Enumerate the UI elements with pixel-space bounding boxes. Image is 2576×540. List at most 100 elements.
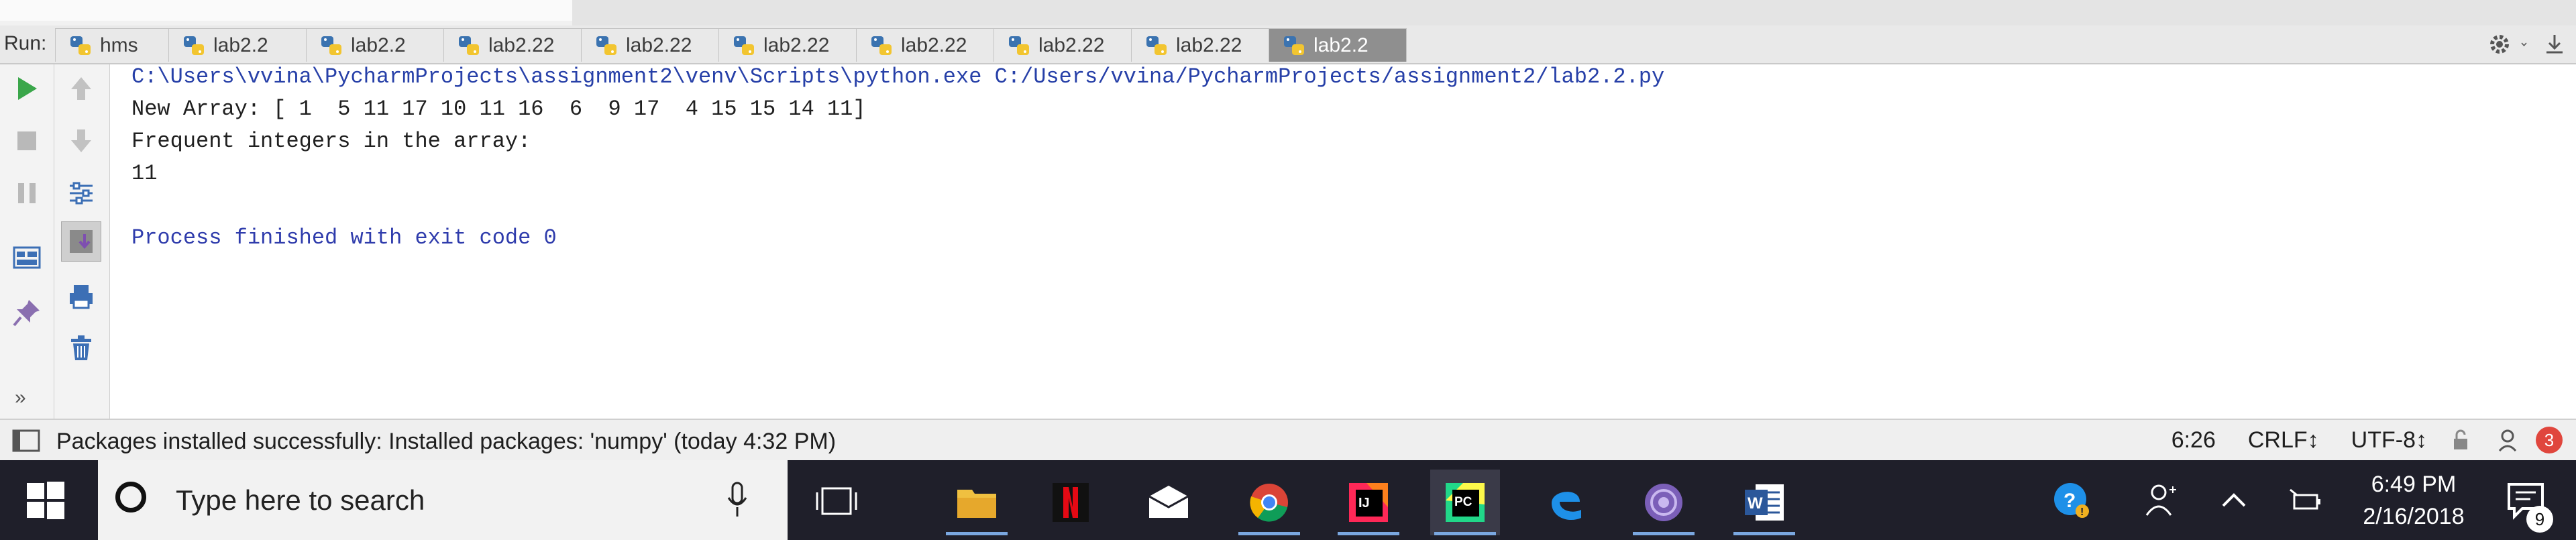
trash-icon [71, 335, 91, 360]
printer-icon [70, 285, 93, 309]
rerun-button[interactable] [7, 68, 47, 109]
soft-wrap-button[interactable] [61, 173, 101, 213]
play-icon [18, 77, 37, 100]
pause-button[interactable] [7, 173, 47, 213]
scroll-to-end-button[interactable] [61, 221, 101, 262]
expand-toolbar-icon[interactable]: » [15, 386, 26, 409]
netflix-icon [1053, 483, 1089, 522]
intellij-app[interactable]: IJ [1334, 470, 1403, 535]
run-tab-label: lab2.22 [763, 34, 830, 56]
task-view-icon[interactable] [814, 486, 859, 517]
chevron-up-icon[interactable] [2214, 480, 2254, 521]
file-explorer-app[interactable] [942, 470, 1012, 535]
run-tab-lab2-22[interactable]: lab2.22 [444, 28, 582, 62]
help-icon[interactable]: ?! [2051, 480, 2092, 521]
svg-text:W: W [1748, 494, 1763, 512]
pause-icon [18, 183, 36, 203]
python-icon [594, 32, 621, 59]
run-tab-lab2-22[interactable]: lab2.22 [994, 28, 1132, 62]
python-icon [68, 32, 95, 59]
battery-plug-icon[interactable] [2288, 480, 2328, 521]
mail-app[interactable] [1134, 470, 1203, 535]
intellij-icon: IJ [1349, 483, 1388, 522]
lock-icon[interactable] [2447, 427, 2474, 453]
run-bar-actions [2487, 32, 2567, 56]
status-message[interactable]: Packages installed successfully: Install… [56, 429, 836, 455]
edge-app[interactable] [1531, 470, 1601, 535]
cortana-icon [115, 482, 146, 512]
clock-time: 6:49 PM [2371, 472, 2457, 497]
status-bar: Packages installed successfully: Install… [0, 419, 2576, 462]
run-tab-label: lab2.22 [901, 34, 967, 56]
chrome-icon [1250, 484, 1288, 522]
pycharm-app[interactable]: PC [1430, 470, 1500, 535]
search-placeholder: Type here to search [176, 484, 425, 516]
arrow-up-icon [71, 77, 91, 100]
run-tab-lab2-2-active[interactable]: lab2.2 [1269, 28, 1407, 62]
globe-icon [1645, 484, 1682, 521]
people-icon[interactable] [2140, 480, 2180, 521]
run-tab-lab2-22[interactable]: lab2.22 [582, 28, 719, 62]
top-strip [0, 0, 2576, 25]
chevron-down-icon[interactable] [2521, 32, 2533, 56]
restore-layout-button[interactable] [7, 237, 47, 278]
run-tab-lab2-22[interactable]: lab2.22 [1132, 28, 1269, 62]
arrow-down-icon [71, 129, 91, 152]
python-icon [1006, 32, 1033, 59]
caret-position[interactable]: 6:26 [2171, 427, 2216, 453]
run-tab-label: hms [100, 34, 138, 56]
run-tab-bar: Run: hms lab2.2 lab2.2 lab2.22 lab2.22 l… [0, 25, 2576, 64]
file-encoding[interactable]: UTF-8↕ [2351, 427, 2427, 453]
taskbar-search-box[interactable]: Type here to search [98, 460, 788, 540]
top-strip-right [572, 0, 2576, 25]
print-button[interactable] [61, 276, 101, 317]
svg-text:IJ: IJ [1358, 496, 1370, 510]
hide-panel-icon[interactable] [2542, 32, 2567, 56]
run-tab-lab2-2[interactable]: lab2.2 [169, 28, 307, 62]
chrome-app[interactable] [1234, 470, 1304, 535]
up-stack-button[interactable] [61, 68, 101, 109]
run-tab-label: lab2.22 [1038, 34, 1105, 56]
pycharm-icon: PC [1446, 483, 1485, 522]
stop-button[interactable] [7, 121, 47, 161]
windows-taskbar: Type here to search IJ PC W ?! 6:49 PM 2… [0, 460, 2576, 540]
console-output[interactable]: C:\Users\vvina\PycharmProjects\assignmen… [110, 64, 2576, 419]
system-clock[interactable]: 6:49 PM 2/16/2018 [2347, 468, 2481, 533]
run-tab-lab2-22[interactable]: lab2.22 [857, 28, 994, 62]
top-strip-left [0, 0, 572, 21]
run-tab-lab2-2[interactable]: lab2.2 [307, 28, 444, 62]
event-log-badge[interactable]: 3 [2536, 427, 2563, 453]
windows-start-icon[interactable] [25, 480, 66, 521]
run-tab-label: lab2.2 [1313, 34, 1368, 56]
word-app[interactable]: W [1729, 470, 1799, 535]
notification-count-badge: 9 [2526, 506, 2553, 533]
svg-text:?: ? [2063, 490, 2076, 512]
inspector-icon[interactable] [2494, 427, 2521, 453]
stop-icon [17, 131, 36, 150]
run-tab-hms[interactable]: hms [55, 28, 169, 62]
line-separator[interactable]: CRLF↕ [2248, 427, 2319, 453]
console-output-line: Frequent integers in the array: [131, 129, 531, 154]
netflix-app[interactable] [1036, 470, 1106, 535]
python-icon [181, 32, 208, 59]
tool-windows-icon[interactable] [12, 429, 40, 452]
run-tab-label: lab2.22 [488, 34, 555, 56]
python-icon [319, 32, 345, 59]
gear-icon[interactable] [2487, 32, 2512, 56]
python-icon [869, 32, 896, 59]
down-stack-button[interactable] [61, 121, 101, 161]
layout-icon [13, 246, 41, 269]
run-tab-lab2-22[interactable]: lab2.22 [719, 28, 857, 62]
run-toolbar-secondary [54, 64, 110, 419]
microphone-icon[interactable] [727, 482, 747, 518]
mail-icon [1148, 486, 1189, 518]
settings-sliders-icon [70, 182, 93, 205]
system-tray: ?! 6:49 PM 2/16/2018 9 [2033, 460, 2576, 540]
clear-all-button[interactable] [61, 327, 101, 368]
folder-icon [957, 490, 996, 518]
console-output-line: 11 [131, 161, 158, 186]
edge-icon [1552, 492, 1581, 521]
pin-tab-button[interactable] [7, 292, 47, 333]
tor-browser-app[interactable] [1629, 470, 1699, 535]
scroll-to-end-icon [70, 230, 93, 253]
